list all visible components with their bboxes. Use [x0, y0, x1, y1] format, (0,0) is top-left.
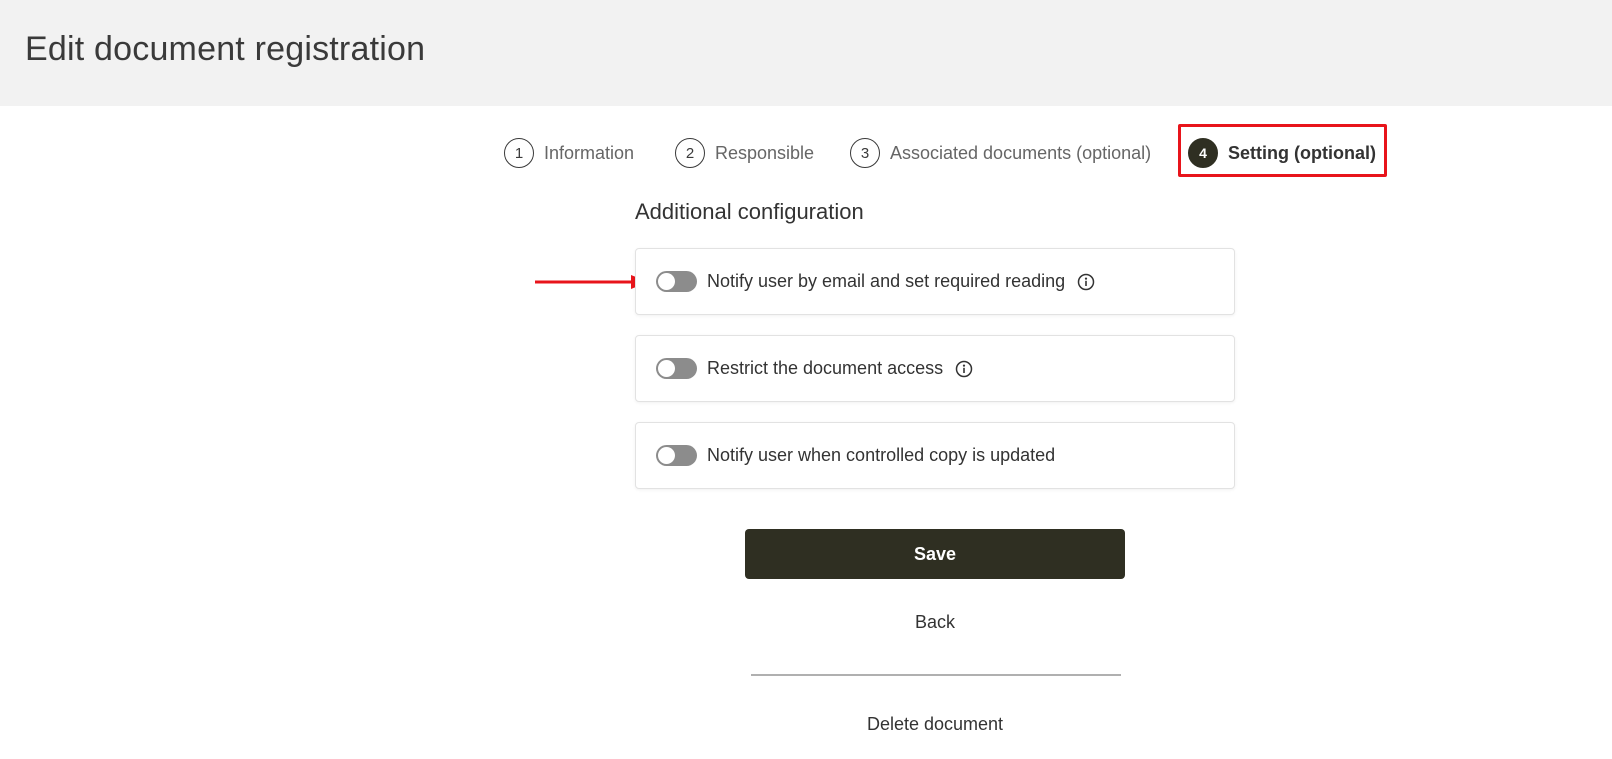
step-associated-documents[interactable]: 3 Associated documents (optional)	[850, 138, 1151, 168]
section-title: Additional configuration	[635, 199, 864, 224]
option-card-notify-email: Notify user by email and set required re…	[635, 248, 1235, 315]
page-title: Edit document registration	[25, 30, 426, 68]
toggle-knob	[658, 360, 675, 377]
restrict-access-toggle[interactable]	[656, 358, 697, 379]
option-card-controlled-copy: Notify user when controlled copy is upda…	[635, 422, 1235, 489]
step-setting[interactable]: 4 Setting (optional)	[1188, 138, 1376, 168]
page-header: Edit document registration	[0, 0, 1612, 106]
back-link[interactable]: Back	[745, 612, 1125, 633]
step-number: 4	[1188, 138, 1218, 168]
divider	[751, 674, 1121, 676]
notify-email-toggle[interactable]	[656, 271, 697, 292]
option-label: Restrict the document access	[707, 358, 944, 378]
step-label: Associated documents (optional)	[890, 142, 1152, 163]
toggle-knob	[658, 273, 675, 290]
step-label: Responsible	[715, 142, 815, 163]
step-responsible[interactable]: 2 Responsible	[675, 138, 814, 168]
stepper: 1 Information 2 Responsible 3 Associated…	[0, 138, 1612, 168]
save-button[interactable]: Save	[745, 529, 1125, 579]
delete-document-link[interactable]: Delete document	[745, 714, 1125, 735]
step-label: Setting (optional)	[1228, 142, 1376, 163]
step-information[interactable]: 1 Information	[504, 138, 634, 168]
toggle-knob	[658, 447, 675, 464]
info-circle-icon[interactable]	[1077, 273, 1095, 291]
controlled-copy-toggle[interactable]	[656, 445, 697, 466]
step-number: 3	[850, 138, 880, 168]
step-number: 1	[504, 138, 534, 168]
option-label: Notify user by email and set required re…	[707, 271, 1066, 291]
step-number: 2	[675, 138, 705, 168]
option-label: Notify user when controlled copy is upda…	[707, 445, 1056, 465]
step-label: Information	[544, 142, 635, 163]
option-card-restrict-access: Restrict the document access	[635, 335, 1235, 402]
info-circle-icon[interactable]	[955, 360, 973, 378]
